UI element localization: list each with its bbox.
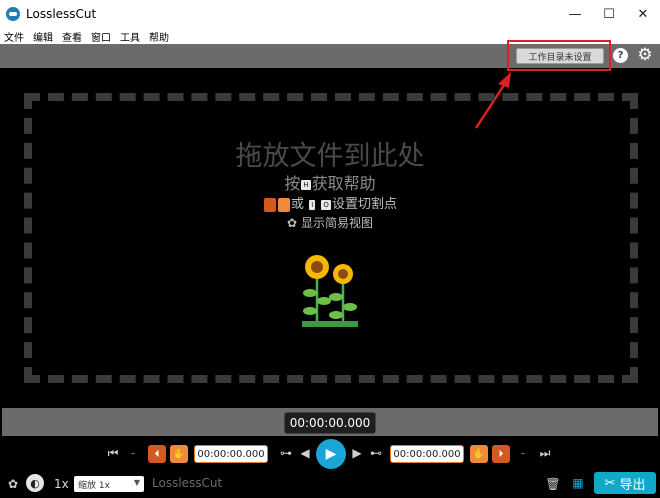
scissors-icon: ✂ bbox=[604, 475, 616, 491]
jump-cut-end-icon[interactable]: ⏵ bbox=[492, 445, 510, 463]
cut-hint-suffix: 设置切割点 bbox=[331, 197, 397, 212]
zoom-select[interactable]: 缩放 1x ▼ bbox=[74, 476, 144, 492]
set-cut-start-icon bbox=[264, 197, 277, 212]
cut-start-time-field[interactable]: 00:00:00.000 bbox=[194, 445, 268, 463]
jump-to-start-icon[interactable]: ⏮ bbox=[106, 445, 120, 461]
step-back-icon[interactable]: ◀ bbox=[298, 445, 312, 461]
chevron-down-icon: ▼ bbox=[133, 478, 140, 487]
help-hint: 按 H 获取帮助 bbox=[0, 170, 660, 194]
current-time-display: 00:00:00.000 bbox=[284, 412, 376, 434]
play-button[interactable]: ▶ bbox=[316, 439, 346, 469]
simple-view-hint[interactable]: ✿ 显示简易视图 bbox=[0, 214, 660, 231]
app-window: LosslessCut — ☐ ✕ 文件 编辑 查看 窗口 工具 帮助 工作目录… bbox=[0, 0, 660, 498]
help-key: H bbox=[301, 179, 311, 190]
zoom-select-value: 缩放 1x bbox=[78, 480, 110, 491]
key-end-icon[interactable]: ⊷ bbox=[366, 445, 386, 461]
simple-mode-icon[interactable]: ✿ bbox=[6, 476, 20, 492]
cut-key-i: I bbox=[309, 199, 316, 210]
theme-toggle-icon[interactable]: ◐ bbox=[26, 474, 44, 492]
step-forward-icon[interactable]: ▶ bbox=[350, 445, 364, 461]
simple-view-icon: ✿ bbox=[287, 216, 298, 230]
cut-end-time-field[interactable]: 00:00:00.000 bbox=[390, 445, 464, 463]
export-button[interactable]: ✂ 导出 bbox=[594, 472, 656, 494]
brand-label: LosslessCut bbox=[152, 476, 223, 490]
dash-left: - bbox=[130, 446, 136, 460]
jump-cut-start-icon[interactable]: ⏴ bbox=[148, 445, 166, 463]
key-start-icon[interactable]: ⊶ bbox=[276, 445, 296, 461]
cut-hint: 或 I O 设置切割点 bbox=[0, 193, 660, 212]
set-start-icon[interactable]: ✋ bbox=[170, 445, 188, 463]
export-label: 导出 bbox=[619, 477, 646, 493]
calendar-icon[interactable]: ▦ bbox=[570, 475, 586, 491]
simple-view-label: 显示简易视图 bbox=[300, 216, 373, 230]
help-hint-suffix: 获取帮助 bbox=[311, 174, 376, 193]
set-cut-end-icon bbox=[278, 197, 291, 212]
set-end-icon[interactable]: ✋ bbox=[470, 445, 488, 463]
sunflower-icon bbox=[302, 255, 358, 327]
playback-speed[interactable]: 1x bbox=[54, 477, 69, 491]
trash-icon[interactable]: 🗑 bbox=[545, 476, 560, 492]
drop-title: 拖放文件到此处 bbox=[235, 141, 425, 172]
cut-key-o: O bbox=[321, 199, 331, 210]
cut-hint-or: 或 bbox=[291, 197, 305, 212]
dash-right: - bbox=[520, 446, 526, 460]
jump-to-end-icon[interactable]: ⏭ bbox=[538, 445, 552, 461]
help-hint-prefix: 按 bbox=[284, 174, 301, 193]
